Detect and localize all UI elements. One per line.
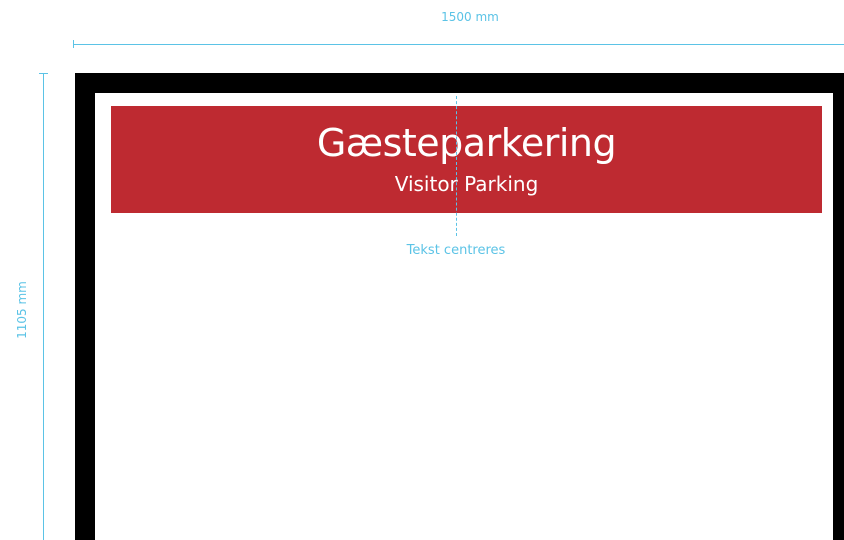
height-dimension-line bbox=[43, 73, 44, 540]
height-dimension-label: 1105 mm bbox=[15, 281, 29, 339]
width-dimension-line bbox=[73, 44, 844, 45]
sign-diagram: 1500 mm 1105 mm Gæsteparkering Visitor P… bbox=[0, 0, 844, 540]
center-guide-label: Tekst centreres bbox=[406, 243, 506, 258]
width-dimension-label: 1500 mm bbox=[441, 10, 499, 24]
sign-subtitle: Visitor Parking bbox=[394, 172, 539, 196]
center-guide-line bbox=[456, 96, 457, 236]
sign-title: Gæsteparkering bbox=[316, 121, 617, 165]
